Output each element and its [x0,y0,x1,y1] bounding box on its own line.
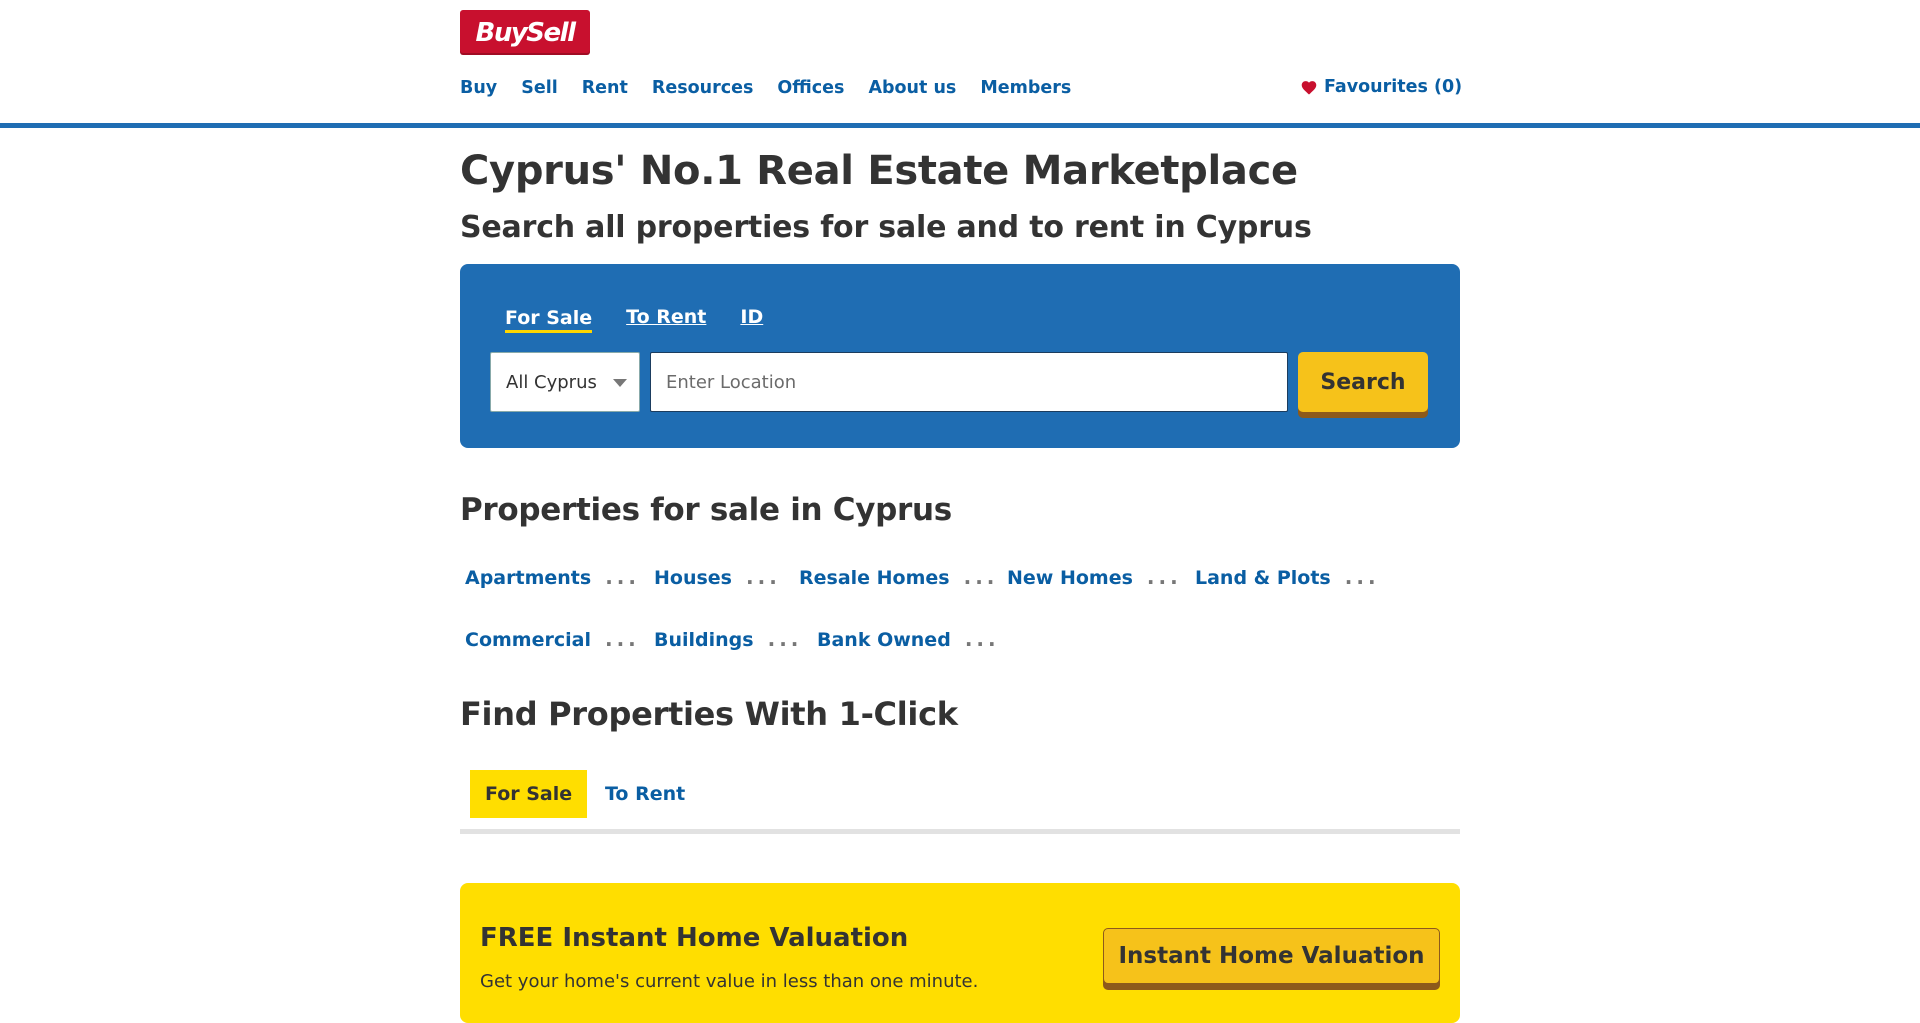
nav-offices[interactable]: Offices [777,78,844,98]
instant-valuation-button[interactable]: Instant Home Valuation [1103,928,1440,984]
category-item: Bank Owned ... [817,627,1000,651]
site-header: BuySell Buy Sell Rent Resources Offices … [0,0,1920,128]
more-dots-icon[interactable]: ... [1345,565,1380,589]
valuation-banner: FREE Instant Home Valuation Get your hom… [460,883,1460,1023]
more-dots-icon[interactable]: ... [746,565,781,589]
region-select[interactable]: All Cyprus [490,352,640,412]
category-apartments[interactable]: Apartments [465,567,591,589]
valuation-subtitle: Get your home's current value in less th… [480,971,979,992]
main-nav: Buy Sell Rent Resources Offices About us… [460,78,1095,98]
nav-members[interactable]: Members [980,78,1071,98]
category-bank-owned[interactable]: Bank Owned [817,629,951,651]
search-panel: For Sale To Rent ID All Cyprus Search [460,264,1460,448]
category-houses[interactable]: Houses [654,567,732,589]
more-dots-icon[interactable]: ... [605,627,640,651]
nav-resources[interactable]: Resources [652,78,754,98]
favourites-link[interactable]: Favourites (0) [1300,77,1462,97]
search-tab-to-rent[interactable]: To Rent [626,306,706,333]
page-subtitle: Search all properties for sale and to re… [460,210,1312,245]
category-item: Apartments ... [465,565,640,589]
category-item: Resale Homes ... [799,565,998,589]
more-dots-icon[interactable]: ... [1147,565,1182,589]
category-item: New Homes ... [1007,565,1182,589]
one-click-tab-to-rent[interactable]: To Rent [590,770,700,818]
search-button[interactable]: Search [1298,352,1428,412]
categories-heading: Properties for sale in Cyprus [460,492,952,528]
nav-rent[interactable]: Rent [582,78,628,98]
search-tabs: For Sale To Rent ID [505,306,797,333]
more-dots-icon[interactable]: ... [768,627,803,651]
search-tab-id[interactable]: ID [740,306,763,333]
region-select-value: All Cyprus [506,371,597,393]
category-resale-homes[interactable]: Resale Homes [799,567,950,589]
favourites-label: Favourites (0) [1324,77,1463,97]
location-input[interactable] [650,352,1288,412]
category-item: Commercial ... [465,627,640,651]
more-dots-icon[interactable]: ... [965,627,1000,651]
buysell-logo[interactable]: BuySell [460,10,590,55]
heart-icon [1301,81,1317,95]
one-click-heading: Find Properties With 1-Click [460,695,958,733]
category-new-homes[interactable]: New Homes [1007,567,1133,589]
valuation-title: FREE Instant Home Valuation [480,923,909,953]
more-dots-icon[interactable]: ... [964,565,999,589]
category-item: Houses ... [654,565,781,589]
caret-down-icon [613,379,627,387]
category-buildings[interactable]: Buildings [654,629,754,651]
category-land-plots[interactable]: Land & Plots [1195,567,1331,589]
search-tab-for-sale[interactable]: For Sale [505,306,593,333]
nav-about-us[interactable]: About us [868,78,956,98]
page-title: Cyprus' No.1 Real Estate Marketplace [460,148,1298,194]
category-commercial[interactable]: Commercial [465,629,591,651]
more-dots-icon[interactable]: ... [605,565,640,589]
category-item: Land & Plots ... [1195,565,1380,589]
one-click-tabs: For Sale To Rent [460,768,1460,834]
nav-buy[interactable]: Buy [460,78,497,98]
one-click-tab-for-sale[interactable]: For Sale [470,770,588,818]
category-item: Buildings ... [654,627,802,651]
nav-sell[interactable]: Sell [521,78,557,98]
